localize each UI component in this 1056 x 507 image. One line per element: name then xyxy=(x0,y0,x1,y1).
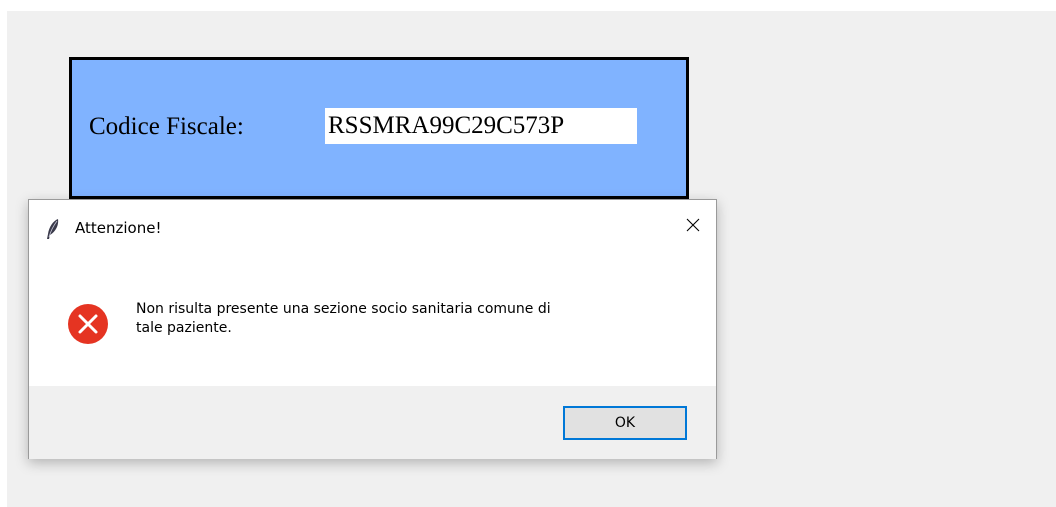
close-icon xyxy=(686,218,700,232)
dialog-footer: OK xyxy=(29,386,716,459)
error-icon xyxy=(67,303,109,345)
codice-fiscale-panel: Codice Fiscale: xyxy=(69,57,689,199)
ok-button[interactable]: OK xyxy=(563,406,687,440)
feather-icon xyxy=(45,218,61,240)
dialog-message: Non risulta presente una sezione socio s… xyxy=(136,300,696,338)
codice-fiscale-input[interactable] xyxy=(325,108,637,144)
message-line: tale paziente. xyxy=(136,320,232,336)
close-button[interactable] xyxy=(670,200,716,252)
message-line: Non risulta presente una sezione socio s… xyxy=(136,301,551,317)
dialog-titlebar[interactable]: Attenzione! xyxy=(29,200,716,256)
dialog-title: Attenzione! xyxy=(75,219,162,237)
warning-dialog: Attenzione! Non risulta presente una sez… xyxy=(28,199,717,459)
codice-fiscale-label: Codice Fiscale: xyxy=(89,113,244,140)
